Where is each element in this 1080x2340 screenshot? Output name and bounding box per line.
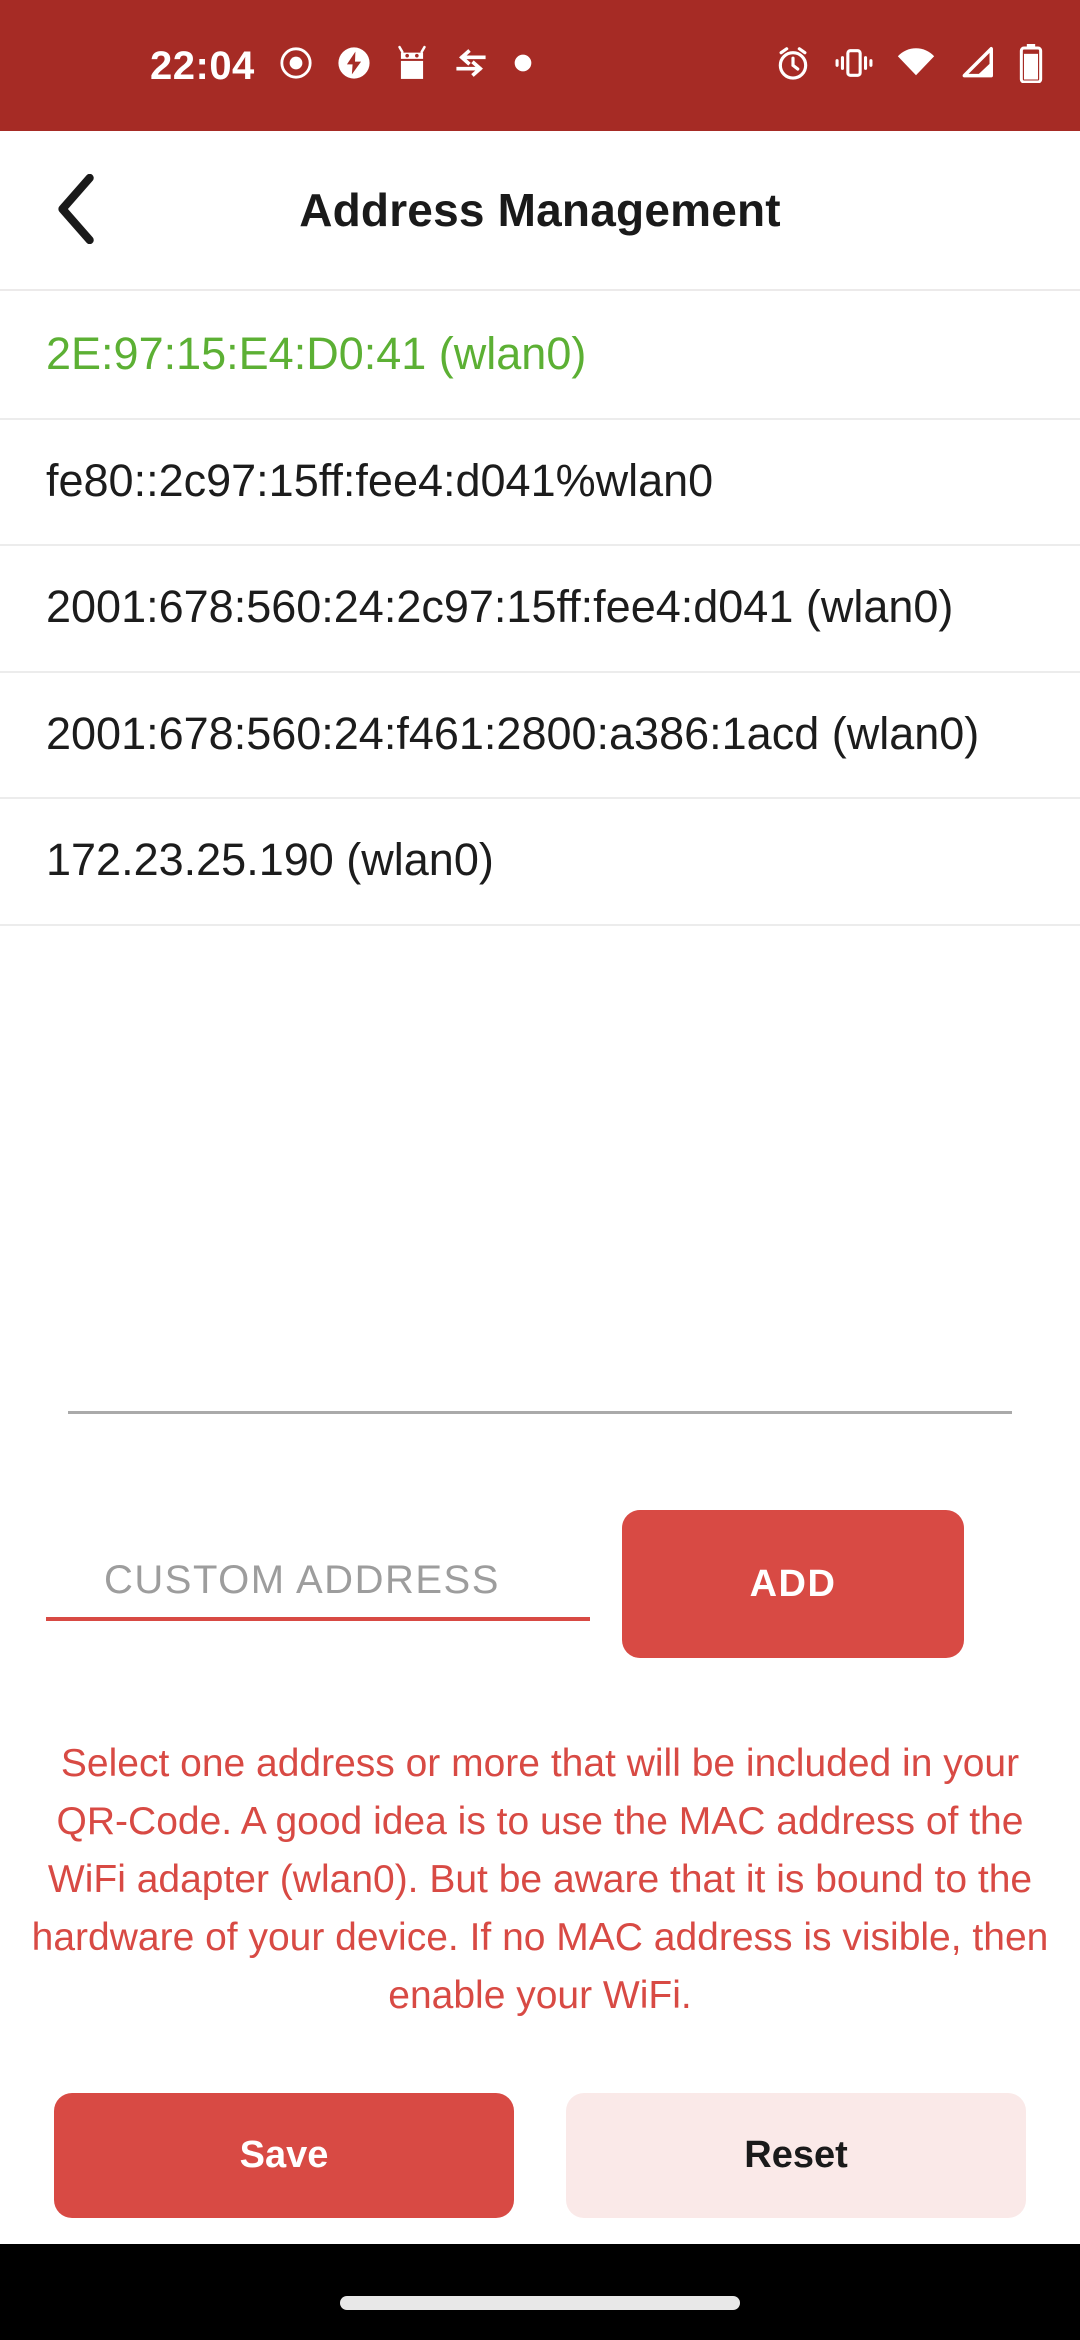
alarm-clock-icon xyxy=(774,44,812,87)
data-transfer-icon xyxy=(453,46,489,85)
page-title: Address Management xyxy=(299,184,781,236)
section-divider xyxy=(68,1411,1012,1414)
save-button[interactable]: Save xyxy=(54,2093,514,2218)
android-robot-icon xyxy=(395,45,429,86)
status-bar: 22:04 xyxy=(0,0,1080,131)
address-text: fe80::2c97:15ff:fee4:d041%wlan0 xyxy=(46,454,714,506)
status-bar-left-group: 22:04 xyxy=(150,45,533,86)
battery-icon xyxy=(1018,43,1044,88)
vibrate-icon xyxy=(834,46,874,85)
chevron-left-icon xyxy=(52,173,104,247)
status-bar-clock: 22:04 xyxy=(150,43,255,88)
address-text: 172.23.25.190 (wlan0) xyxy=(46,834,494,885)
custom-address-row: ADD xyxy=(0,1510,1080,1658)
system-navigation-bar xyxy=(0,2244,1080,2340)
custom-address-field-wrap xyxy=(46,1510,590,1621)
app-bar: Address Management xyxy=(0,131,1080,291)
address-list-item[interactable]: 2E:97:15:E4:D0:41 (wlan0) xyxy=(0,293,1080,420)
gesture-home-pill[interactable] xyxy=(340,2296,740,2310)
record-dot-icon xyxy=(279,46,313,85)
address-list-item[interactable]: 172.23.25.190 (wlan0) xyxy=(0,799,1080,926)
address-list-item[interactable]: 2001:678:560:24:2c97:15ff:fee4:d041 (wla… xyxy=(0,546,1080,673)
reset-button[interactable]: Reset xyxy=(566,2093,1026,2218)
wifi-icon xyxy=(896,46,936,85)
address-text: 2001:678:560:24:f461:2800:a386:1acd (wla… xyxy=(46,707,980,759)
add-address-button[interactable]: ADD xyxy=(622,1510,964,1658)
custom-address-input[interactable] xyxy=(46,1558,590,1621)
address-list: 2E:97:15:E4:D0:41 (wlan0) fe80::2c97:15f… xyxy=(0,293,1080,926)
back-button[interactable] xyxy=(18,150,138,270)
phone-screen: 22:04 Address Management 2E:97:15:E4:D0:… xyxy=(0,0,1080,2340)
address-list-item[interactable]: fe80::2c97:15ff:fee4:d041%wlan0 xyxy=(0,420,1080,546)
flash-bolt-icon xyxy=(337,46,371,85)
dot-icon xyxy=(513,53,533,78)
address-text: 2E:97:15:E4:D0:41 (wlan0) xyxy=(46,328,587,379)
address-text: 2001:678:560:24:2c97:15ff:fee4:d041 (wla… xyxy=(46,581,954,632)
status-bar-right-group xyxy=(774,43,1044,88)
bottom-action-bar: Save Reset xyxy=(0,2093,1080,2218)
cellular-signal-icon xyxy=(958,46,996,85)
description-text: Select one address or more that will be … xyxy=(31,1742,1049,2018)
address-list-item[interactable]: 2001:678:560:24:f461:2800:a386:1acd (wla… xyxy=(0,673,1080,799)
